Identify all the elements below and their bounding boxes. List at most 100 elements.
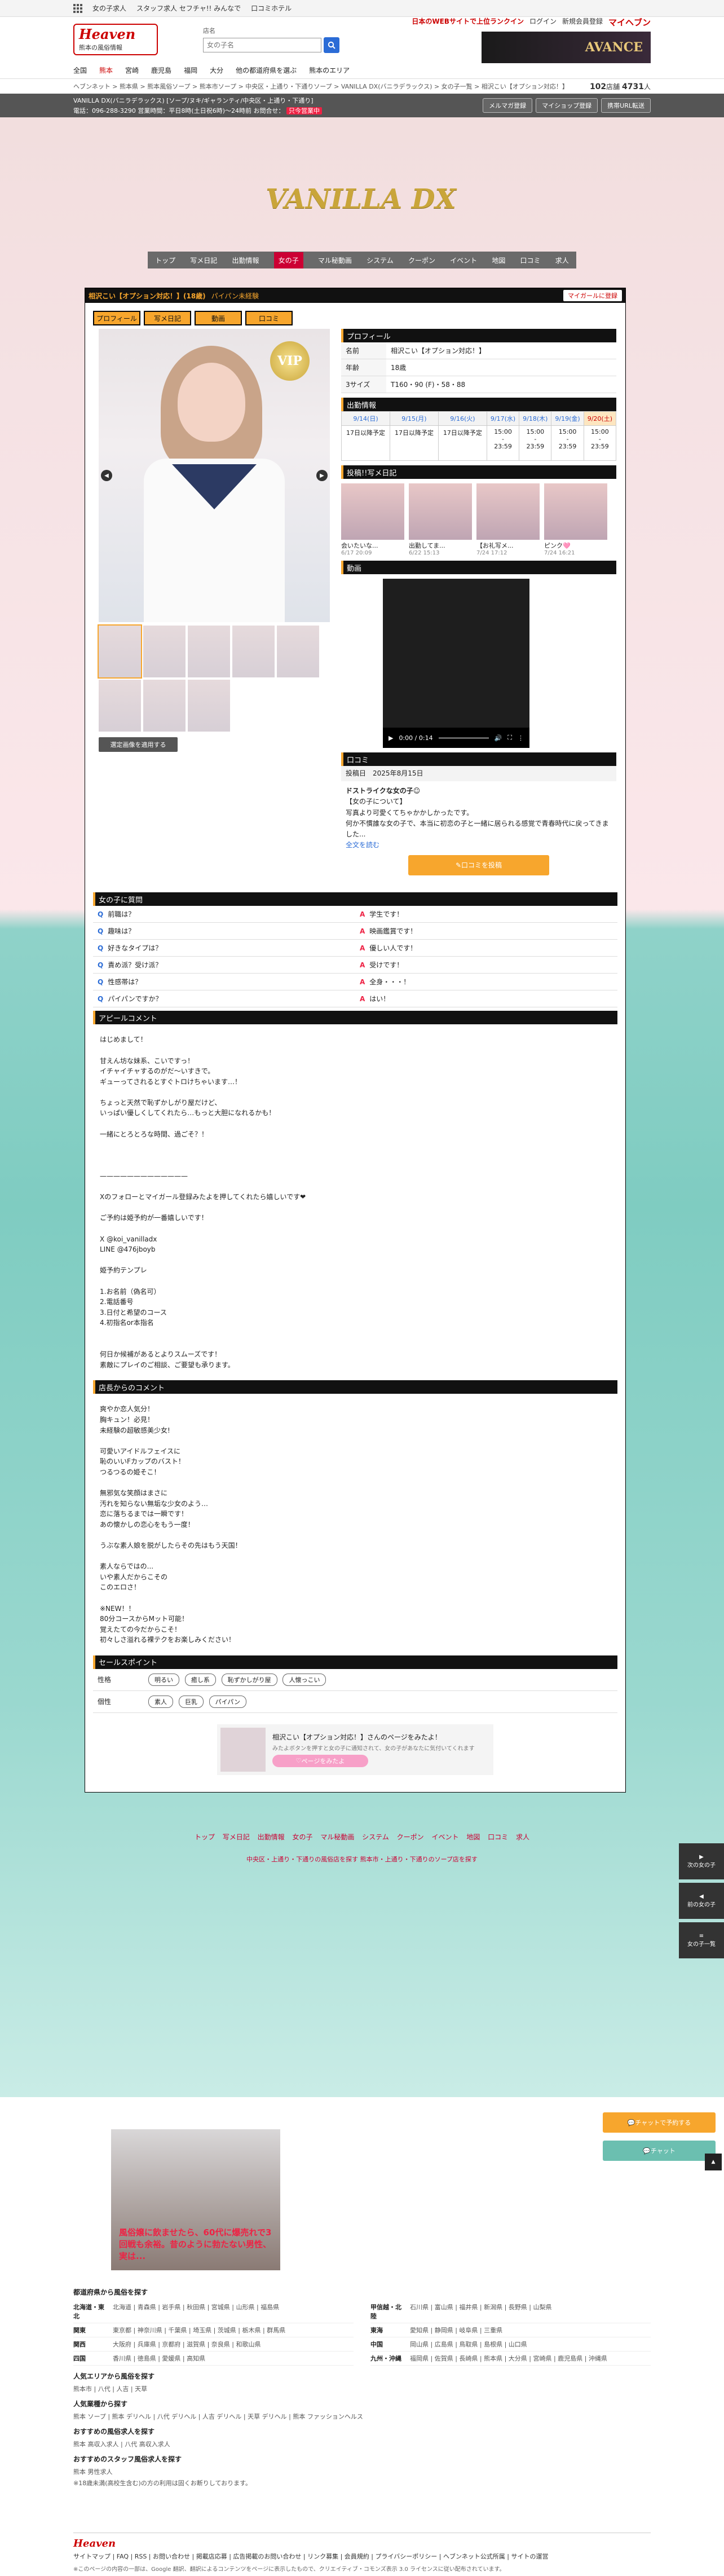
region-tab-miyazaki[interactable]: 宮崎 <box>125 65 139 75</box>
site-logo[interactable]: Heaven 熊本の風俗情報 <box>73 24 158 55</box>
footer-menu-coupon[interactable]: クーポン <box>397 1833 424 1841</box>
photo-prev-arrow-icon[interactable]: ◀ <box>101 470 112 481</box>
review-read-more-link[interactable]: 全文を読む <box>346 841 379 849</box>
thumbnail[interactable] <box>232 626 275 677</box>
thumbnail[interactable] <box>99 680 141 732</box>
footer-menu-top[interactable]: トップ <box>195 1833 215 1841</box>
video-player[interactable]: ▶ 0:00 / 0:14 🔊 ⛶ ⋮ <box>383 579 529 748</box>
recruit-links[interactable]: 熊本 高収入求人 | 八代 高収入求人 <box>73 2440 651 2449</box>
tab-review[interactable]: 口コミ <box>245 311 293 325</box>
utility-link-hotel-reviews[interactable]: 口コミホテル <box>251 3 292 13</box>
search-input[interactable] <box>203 38 321 52</box>
region-tab-oita[interactable]: 大分 <box>210 65 223 75</box>
thumbnail[interactable] <box>98 624 142 679</box>
shop-menu-system[interactable]: システム <box>367 256 394 265</box>
footer-menu-diary[interactable]: 写メ日記 <box>223 1833 250 1841</box>
region-tab-all[interactable]: 全国 <box>73 65 87 75</box>
diary-item[interactable]: 会いたいな... 6/17 20:09 <box>341 483 404 556</box>
area-links[interactable]: 愛知県 | 静岡県 | 岐阜県 | 三重県 <box>410 2326 502 2335</box>
thumbnail[interactable] <box>188 626 230 677</box>
utility-link-staff-recruit[interactable]: スタッフ求人 セフチャ!! みんなで <box>136 3 241 13</box>
thumbnail[interactable] <box>143 626 186 677</box>
area-links[interactable]: 石川県 | 富山県 | 福井県 | 新潟県 | 長野県 | 山梨県 <box>410 2302 552 2320</box>
apps-grid-icon[interactable] <box>73 3 82 13</box>
chat-reserve-button[interactable]: 💬 チャットで予約する <box>603 2112 716 2133</box>
mobile-url-button[interactable]: 携帯URL転送 <box>601 98 651 113</box>
footer-menu-girls[interactable]: 女の子 <box>292 1833 312 1841</box>
staff-recruit-links[interactable]: 熊本 男性求人 <box>73 2467 651 2476</box>
shop-brand-logo[interactable]: VANILLA DX <box>259 165 462 233</box>
shop-menu-coupon[interactable]: クーポン <box>408 256 435 265</box>
shop-menu-video[interactable]: マル秘動画 <box>318 256 352 265</box>
prev-girl-button[interactable]: ◀ 前の女の子 <box>679 1883 724 1919</box>
scroll-top-icon[interactable]: ▲ <box>705 2154 722 2170</box>
region-tab-kumamoto-area[interactable]: 熊本のエリア <box>309 65 350 75</box>
footer-menu-event[interactable]: イベント <box>431 1833 458 1841</box>
footer-menu-system[interactable]: システム <box>362 1833 389 1841</box>
more-options-icon[interactable]: ⋮ <box>518 734 524 742</box>
breadcrumb-path[interactable]: ヘブンネット > 熊本県 > 熊本風俗ソープ > 熊本市ソープ > 中央区・上通… <box>73 82 568 91</box>
ad-banner[interactable]: 風俗嬢に飲ませたら、60代に爆売れで3回戦も余裕。昔のように勃たない男性、実は.… <box>111 2129 280 2270</box>
my-heaven-link[interactable]: マイヘブン <box>608 16 651 28</box>
region-tab-other-prefecture[interactable]: 他の都道府県を選ぶ <box>236 65 297 75</box>
area-links[interactable]: 大阪府 | 兵庫県 | 京都府 | 滋賀県 | 奈良県 | 和歌山県 <box>113 2340 261 2349</box>
play-icon[interactable]: ▶ <box>389 734 393 742</box>
shop-menu-girls[interactable]: 女の子 <box>273 252 303 268</box>
area-links[interactable]: 北海道 | 青森県 | 岩手県 | 秋田県 | 宮城県 | 山形県 | 福島県 <box>113 2302 279 2320</box>
shop-menu-schedule[interactable]: 出勤情報 <box>232 256 259 265</box>
region-tab-kagoshima[interactable]: 鹿児島 <box>151 65 171 75</box>
utility-link-girls-recruit[interactable]: 女の子求人 <box>92 3 126 13</box>
shop-menu-event[interactable]: イベント <box>450 256 477 265</box>
photo-next-arrow-icon[interactable]: ▶ <box>316 470 328 481</box>
area-links[interactable]: 香川県 | 徳島県 | 愛媛県 | 高知県 <box>113 2354 205 2363</box>
thumbnail[interactable] <box>143 680 186 732</box>
add-my-girl-button[interactable]: マイガールに登録 <box>563 290 622 301</box>
thumbnail[interactable] <box>277 626 319 677</box>
fullscreen-icon[interactable]: ⛶ <box>507 734 512 742</box>
volume-icon[interactable]: 🔊 <box>495 734 502 742</box>
shop-menu-top[interactable]: トップ <box>155 256 175 265</box>
thumbnail[interactable] <box>188 680 230 732</box>
footer-menu-schedule[interactable]: 出勤情報 <box>258 1833 285 1841</box>
ranking-link[interactable]: 日本のWEBサイトで上位ランクイン <box>412 16 524 28</box>
next-girl-button[interactable]: ▶ 次の女の子 <box>679 1843 724 1879</box>
newsletter-button[interactable]: メルマガ登録 <box>483 98 533 113</box>
login-link[interactable]: ログイン <box>529 16 557 28</box>
diary-thumbnail <box>476 483 540 540</box>
register-link[interactable]: 新規会員登録 <box>562 16 603 28</box>
region-tab-fukuoka[interactable]: 福岡 <box>184 65 197 75</box>
footer-menu-map[interactable]: 地図 <box>466 1833 480 1841</box>
popular-type-links[interactable]: 熊本 ソープ | 熊本 デリヘル | 八代 デリヘル | 人吉 デリヘル | 天… <box>73 2412 651 2421</box>
diary-item[interactable]: 出勤してま... 6/22 15:13 <box>409 483 472 556</box>
chat-button[interactable]: 💬 チャット <box>603 2141 716 2161</box>
footer-menu-review[interactable]: 口コミ <box>488 1833 508 1841</box>
area-links[interactable]: 東京都 | 神奈川県 | 千葉県 | 埼玉県 | 茨城県 | 栃木県 | 群馬県 <box>113 2326 285 2335</box>
girl-list-button[interactable]: ≡ 女の子一覧 <box>679 1922 724 1958</box>
footer-links[interactable]: サイトマップ | FAQ | RSS | お問い合わせ | 掲載店応募 | 広告… <box>73 2552 651 2561</box>
girl-main-photo[interactable]: VIP ◀ ▶ <box>99 329 330 622</box>
my-shop-button[interactable]: マイショップ登録 <box>536 98 598 113</box>
post-review-button[interactable]: ✎ 口コミを投稿 <box>408 855 549 876</box>
video-progress[interactable] <box>438 737 489 739</box>
area-links[interactable]: 福岡県 | 佐賀県 | 長崎県 | 熊本県 | 大分県 | 宮崎県 | 鹿児島県… <box>410 2354 607 2363</box>
footer-menu-video[interactable]: マル秘動画 <box>320 1833 354 1841</box>
region-tab-kumamoto[interactable]: 熊本 <box>99 65 113 75</box>
footer-logo[interactable]: Heaven <box>73 2538 651 2549</box>
diary-item[interactable]: 【お礼写メ... 7/24 17:12 <box>476 483 540 556</box>
shop-menu-diary[interactable]: 写メ日記 <box>190 256 217 265</box>
shop-menu-review[interactable]: 口コミ <box>520 256 541 265</box>
tab-diary[interactable]: 写メ日記 <box>144 311 191 325</box>
diary-item[interactable]: ピンク🩷 7/24 16:21 <box>544 483 607 556</box>
shop-menu-recruit[interactable]: 求人 <box>555 256 569 265</box>
area-links[interactable]: 岡山県 | 広島県 | 鳥取県 | 島根県 | 山口県 <box>410 2340 527 2349</box>
apply-selected-photo-button[interactable]: 選定画像を適用する <box>99 737 178 752</box>
footer-menu-recruit[interactable]: 求人 <box>516 1833 529 1841</box>
mitayo-button[interactable]: ♡ ページをみたよ <box>272 1754 368 1767</box>
search-button[interactable] <box>324 37 339 53</box>
footer-area-links[interactable]: 中央区・上通り・下通りの風俗店を探す 熊本市・上通り・下通りのソープ店を探す <box>148 1855 576 1864</box>
shop-menu-map[interactable]: 地図 <box>492 256 505 265</box>
tab-profile[interactable]: プロフィール <box>93 311 140 325</box>
tab-video[interactable]: 動画 <box>195 311 242 325</box>
popular-area-links[interactable]: 熊本市 | 八代 | 人吉 | 天草 <box>73 2384 651 2393</box>
header-ad-banner[interactable]: AVANCE <box>482 31 651 63</box>
